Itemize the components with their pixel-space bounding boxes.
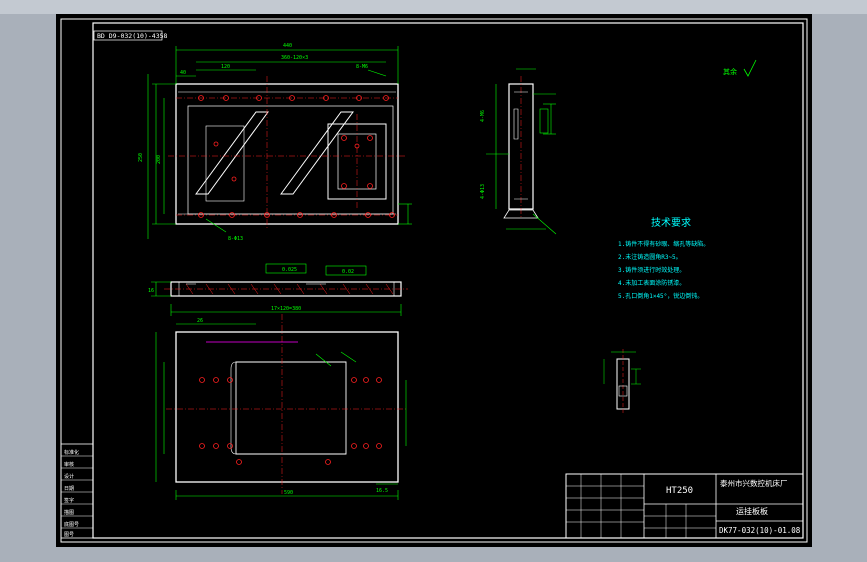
- view-label: BD D9-032(10)-4358: [97, 32, 168, 40]
- drawing-number-text: DK77-032(10)-01.08: [719, 526, 801, 535]
- dim-slot-note: 8-Φ13: [228, 236, 243, 242]
- surface-finish-symbol: 其余: [723, 59, 757, 77]
- dim-right-note: 8-M6: [356, 64, 368, 70]
- strip-label: 标准化: [64, 449, 79, 456]
- detail-section: [603, 349, 641, 414]
- bottom-view: 590 16.5 26: [155, 314, 408, 500]
- strip-label: 图号: [64, 532, 74, 538]
- tolerance-1: 0.025: [282, 267, 297, 273]
- tech-req-item: 5.孔口倒角1×45°，锐边倒钝。: [618, 292, 703, 300]
- side-dim-label: 4-Φ13: [480, 184, 486, 199]
- tolerance-2: 0.02: [342, 269, 354, 275]
- tech-req-item: 3.铸件须进行时效处理。: [618, 266, 685, 274]
- title-block: HT250 泰州市兴数控机床厂 运挂板板 DK77-032(10)-01.08: [565, 473, 804, 539]
- application-top-strip: [0, 0, 867, 14]
- left-binding-strip: 标准化 审核 设计 日期 签字 描图 底图号 图号: [60, 443, 94, 539]
- outer-frame: [60, 18, 808, 543]
- part-name-text: 运挂板板: [736, 506, 768, 516]
- technical-requirements: 技术要求 1.铸件不得有砂眼、缩孔等缺陷。 2.未注铸造圆角R3~5。 3.铸件…: [618, 216, 709, 300]
- strip-label: 设计: [64, 473, 74, 480]
- dim-height-inner: 200: [156, 155, 162, 164]
- material-text: HT250: [666, 486, 693, 496]
- dim-height-total: 250: [138, 153, 144, 162]
- tech-req-title: 技术要求: [651, 216, 691, 229]
- drawing-sheet: 标准化 审核 设计 日期 签字 描图 底图号 图号 BD D9-032(10)-…: [60, 18, 808, 543]
- strip-label: 描图: [64, 509, 74, 516]
- dim-side-2: 26: [197, 318, 203, 324]
- dim-hole-spacing: 360-120×3: [281, 55, 308, 61]
- front-view: [168, 76, 406, 230]
- front-view-dimensions: [147, 46, 412, 239]
- side-dim-label: 4-M6: [480, 110, 486, 122]
- dim-overall-width: 440: [283, 43, 292, 49]
- company-text: 泰州市兴数控机床厂: [720, 478, 788, 488]
- tech-req-item: 4.未加工表面涂防锈漆。: [618, 279, 685, 287]
- tech-req-item: 1.铸件不得有砂眼、缩孔等缺陷。: [618, 240, 709, 248]
- dim-hole-pitch: 120: [221, 64, 230, 70]
- tech-req-item: 2.未注铸造圆角R3~5。: [618, 253, 682, 261]
- strip-label: 底图号: [64, 521, 79, 528]
- dim-bottom-width: 590: [284, 490, 293, 496]
- strip-label: 审核: [64, 461, 74, 468]
- section-strip-view: 0.025 0.02 17×120=380 16: [148, 263, 408, 316]
- strip-label: 签字: [64, 497, 74, 504]
- cad-canvas[interactable]: 标准化 审核 设计 日期 签字 描图 底图号 图号 BD D9-032(10)-…: [56, 14, 812, 547]
- strip-label: 日期: [64, 486, 74, 492]
- dim-thickness: 16: [148, 288, 154, 294]
- dim-bottom-length: 17×120=380: [271, 306, 301, 312]
- svg-text:其余: 其余: [723, 67, 737, 76]
- dim-side-1: 16.5: [376, 488, 388, 494]
- side-section-view: 4-M6 4-Φ13: [480, 68, 557, 235]
- dim-left-offset: 40: [180, 70, 186, 76]
